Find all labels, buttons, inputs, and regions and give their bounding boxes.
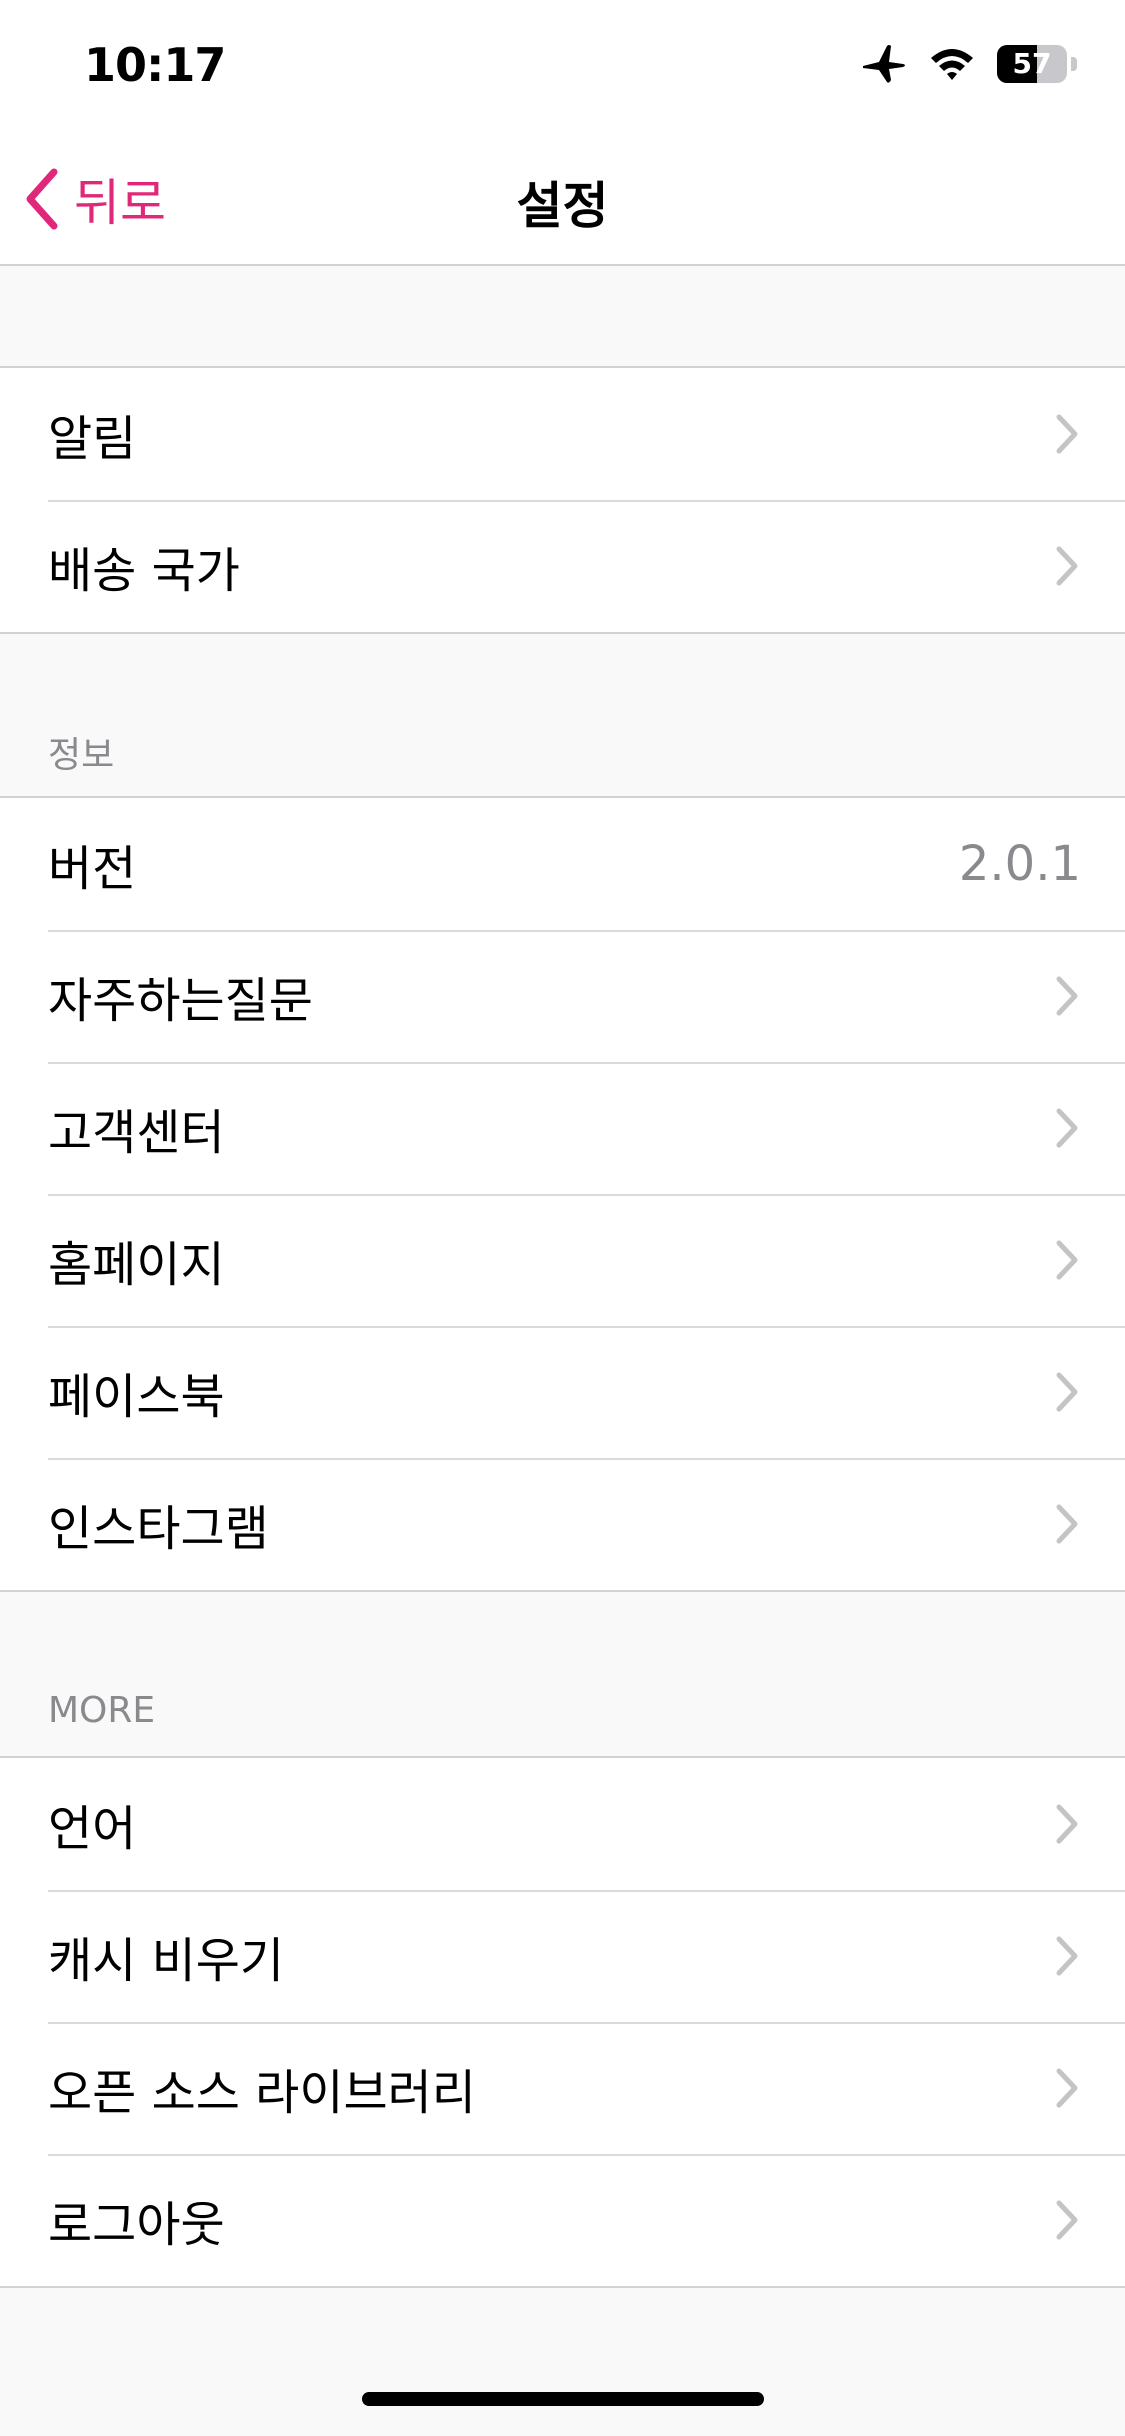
airplane-icon xyxy=(863,45,905,83)
more-group: 언어 캐시 비우기 오픈 소스 라이브러리 로그아웃 xyxy=(0,1756,1125,2288)
section-header-more: MORE xyxy=(48,1690,156,1731)
chevron-right-icon xyxy=(1056,2200,1078,2240)
row-label: 홈페이지 xyxy=(48,1237,225,1293)
status-time: 10:17 xyxy=(84,38,226,92)
settings-row-facebook[interactable]: 페이스북 xyxy=(0,1326,1125,1458)
version-value: 2.0.1 xyxy=(958,836,1081,892)
home-indicator xyxy=(362,2392,764,2406)
chevron-right-icon xyxy=(1056,1504,1078,1544)
row-label: 인스타그램 xyxy=(48,1501,269,1557)
settings-row-logout[interactable]: 로그아웃 xyxy=(0,2154,1125,2286)
row-label: 로그아웃 xyxy=(48,2197,225,2253)
battery-percent: 57 xyxy=(1012,47,1052,80)
settings-row-shipping-country[interactable]: 배송 국가 xyxy=(0,500,1125,632)
chevron-right-icon xyxy=(1056,1804,1078,1844)
page-title: 설정 xyxy=(516,177,609,235)
settings-screen: 10:17 57 뒤로 설정 알림 배송 국가 정보 버전 2.0.1 자주하는… xyxy=(0,0,1125,2436)
row-label: 자주하는질문 xyxy=(48,973,313,1029)
settings-row-customer-center[interactable]: 고객센터 xyxy=(0,1062,1125,1194)
settings-row-notifications[interactable]: 알림 xyxy=(0,368,1125,500)
settings-row-open-source[interactable]: 오픈 소스 라이브러리 xyxy=(0,2022,1125,2154)
status-icons: 57 xyxy=(861,44,1077,84)
row-label: 배송 국가 xyxy=(48,543,240,599)
chevron-right-icon xyxy=(1056,414,1078,454)
chevron-right-icon xyxy=(1056,1240,1078,1280)
row-label: 버전 xyxy=(48,841,137,897)
section-header-info: 정보 xyxy=(48,735,115,776)
chevron-right-icon xyxy=(1056,1108,1078,1148)
status-bar: 10:17 57 xyxy=(0,0,1125,132)
row-label: 언어 xyxy=(48,1801,137,1857)
battery-icon: 57 xyxy=(997,45,1067,83)
row-label: 페이스북 xyxy=(48,1369,225,1425)
chevron-right-icon xyxy=(1056,1372,1078,1412)
row-label: 알림 xyxy=(48,411,137,467)
settings-row-instagram[interactable]: 인스타그램 xyxy=(0,1458,1125,1590)
settings-row-version: 버전 2.0.1 xyxy=(0,798,1125,930)
row-label: 고객센터 xyxy=(48,1105,225,1161)
settings-row-clear-cache[interactable]: 캐시 비우기 xyxy=(0,1890,1125,2022)
chevron-right-icon xyxy=(1056,1936,1078,1976)
row-label: 캐시 비우기 xyxy=(48,1933,285,1989)
battery-cap xyxy=(1071,57,1077,71)
row-label: 오픈 소스 라이브러리 xyxy=(48,2065,476,2121)
settings-row-homepage[interactable]: 홈페이지 xyxy=(0,1194,1125,1326)
info-group: 버전 2.0.1 자주하는질문 고객센터 홈페이지 페이스북 인스타그램 xyxy=(0,796,1125,1592)
settings-row-faq[interactable]: 자주하는질문 xyxy=(0,930,1125,1062)
settings-row-language[interactable]: 언어 xyxy=(0,1758,1125,1890)
general-group: 알림 배송 국가 xyxy=(0,366,1125,634)
chevron-right-icon xyxy=(1056,976,1078,1016)
nav-bar: 뒤로 설정 xyxy=(0,132,1125,266)
wifi-icon xyxy=(931,49,973,80)
chevron-right-icon xyxy=(1056,546,1078,586)
chevron-right-icon xyxy=(1056,2068,1078,2108)
